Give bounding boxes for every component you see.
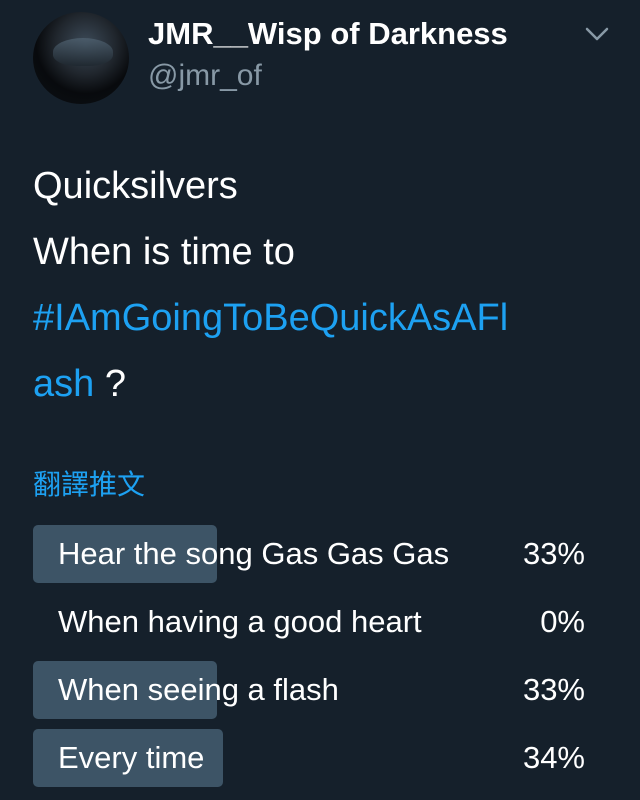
poll-option: Every time 34%	[33, 729, 593, 787]
poll-option-percent: 33%	[522, 536, 585, 571]
tweet-question-suffix: ?	[94, 363, 126, 405]
poll-option-percent: 33%	[522, 672, 585, 707]
translate-tweet-link[interactable]: 翻譯推文	[33, 467, 145, 503]
poll-option-label: When having a good heart	[58, 604, 422, 639]
poll-option-percent: 34%	[522, 740, 585, 775]
tweet-line-4: ash ?	[33, 351, 623, 417]
avatar-image-shape	[53, 38, 113, 66]
chevron-down-icon[interactable]	[584, 25, 610, 43]
hashtag-link[interactable]: #IAmGoingToBeQuickAsAFl	[33, 285, 623, 351]
tweet-line-2: When is time to	[33, 231, 295, 273]
user-handle[interactable]: @jmr_of	[148, 58, 262, 94]
poll-option-label: Every time	[58, 740, 205, 775]
tweet-line-1: Quicksilvers	[33, 165, 238, 207]
poll-option: Hear the song Gas Gas Gas 33%	[33, 525, 593, 583]
display-name[interactable]: JMR__Wisp of Darkness	[148, 16, 508, 52]
poll: Hear the song Gas Gas Gas 33% When havin…	[33, 525, 593, 797]
avatar[interactable]	[33, 12, 129, 104]
poll-option: When having a good heart 0%	[33, 593, 593, 651]
tweet-text: Quicksilvers When is time to #IAmGoingTo…	[33, 153, 623, 417]
hashtag-link-continuation[interactable]: ash	[33, 363, 94, 405]
poll-option-label: Hear the song Gas Gas Gas	[58, 536, 450, 571]
poll-option-label: When seeing a flash	[58, 672, 339, 707]
poll-option: When seeing a flash 33%	[33, 661, 593, 719]
poll-option-percent: 0%	[540, 604, 585, 639]
